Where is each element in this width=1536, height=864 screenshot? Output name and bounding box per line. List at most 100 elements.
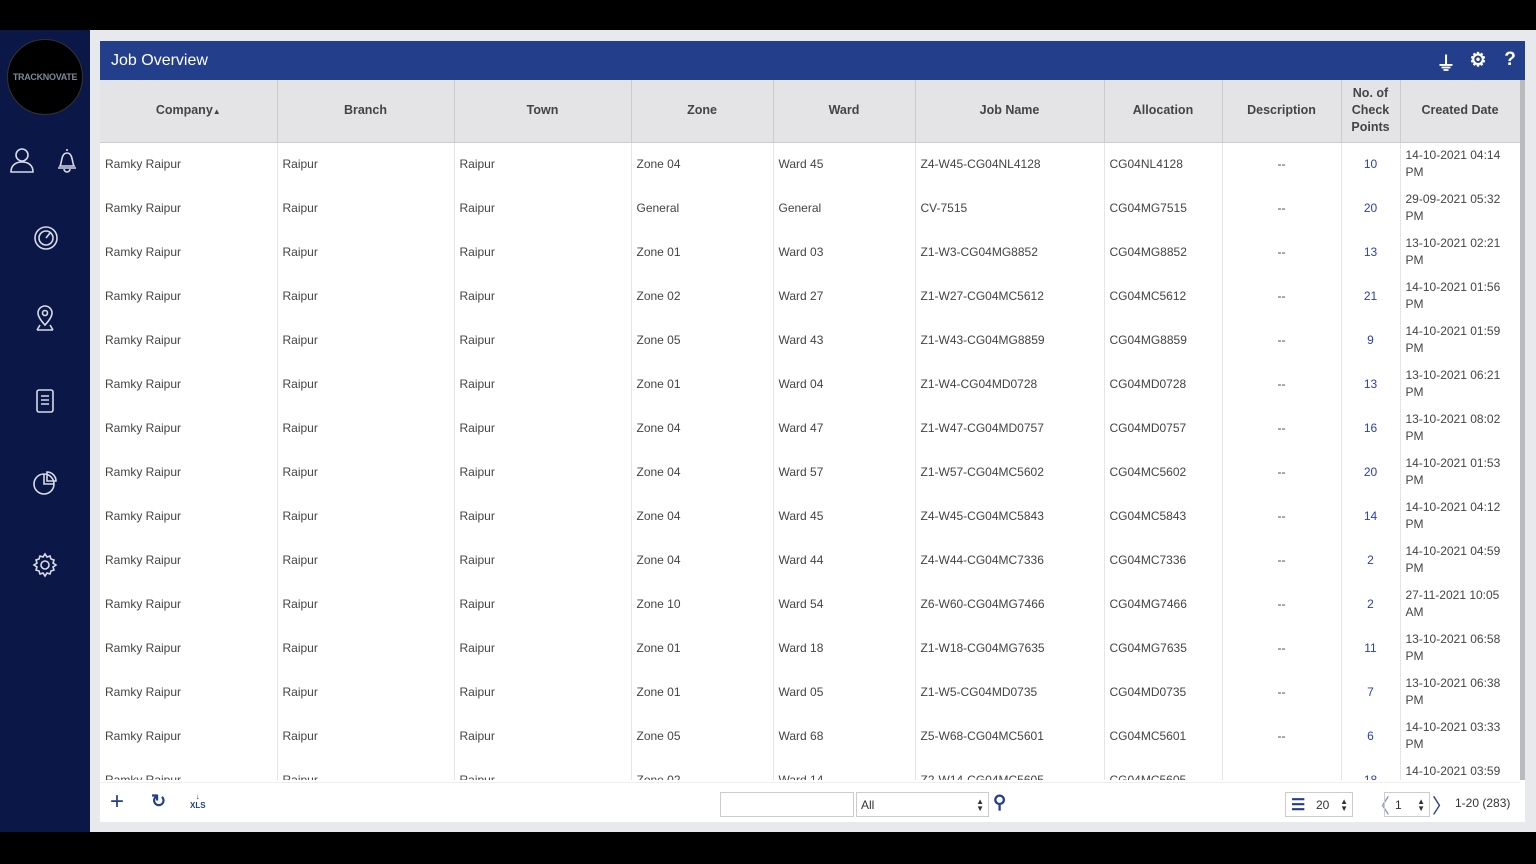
cell-description: -- <box>1222 758 1342 780</box>
settings-icon[interactable] <box>30 550 60 580</box>
cell-created-date: 14-10-2021 04:12 PM <box>1400 494 1521 538</box>
cell-no-of-check-points[interactable]: 16 <box>1341 406 1401 450</box>
column-header-company[interactable]: Company▲ <box>100 80 278 143</box>
cell-no-of-check-points[interactable]: 13 <box>1341 362 1401 406</box>
refresh-icon[interactable]: ↻ <box>151 791 166 812</box>
cell-branch: Raipur <box>277 142 455 186</box>
column-header-zone[interactable]: Zone <box>631 80 774 143</box>
cell-no-of-check-points[interactable]: 6 <box>1341 714 1401 758</box>
table-row[interactable]: Ramky Raipur Raipur Raipur Zone 04 Ward 57 Z1… <box>100 450 1521 494</box>
cell-no-of-check-points[interactable]: 9 <box>1341 318 1401 362</box>
table-row[interactable]: Ramky Raipur Raipur Raipur Zone 04 Ward 47 Z1… <box>100 406 1521 450</box>
table-row[interactable]: Ramky Raipur Raipur Raipur Zone 04 Ward 45 Z4… <box>100 142 1521 186</box>
cell-ward: General <box>773 186 916 230</box>
vertical-scrollbar[interactable] <box>1520 80 1525 780</box>
table-row[interactable]: Ramky Raipur Raipur Raipur Zone 02 Ward 27 Z1… <box>100 274 1521 318</box>
cell-description: -- <box>1222 538 1342 582</box>
cell-no-of-check-points[interactable]: 14 <box>1341 494 1401 538</box>
column-header-no-of-check-points[interactable]: No. of Check Points <box>1341 80 1401 143</box>
cell-allocation: CG04NL4128 <box>1104 142 1223 186</box>
cell-allocation: CG04MC5602 <box>1104 450 1223 494</box>
cell-description: -- <box>1222 626 1342 670</box>
column-header-job-name[interactable]: Job Name <box>915 80 1105 143</box>
table-row[interactable]: Ramky Raipur Raipur Raipur Zone 01 Ward 05 Z1… <box>100 670 1521 714</box>
cell-town: Raipur <box>454 582 632 626</box>
cell-no-of-check-points[interactable]: 2 <box>1341 582 1401 626</box>
cell-town: Raipur <box>454 538 632 582</box>
export-xls-icon[interactable]: ↓ XLS <box>190 792 206 810</box>
cell-description: -- <box>1222 582 1342 626</box>
column-header-ward[interactable]: Ward <box>773 80 916 143</box>
table-row[interactable]: Ramky Raipur Raipur Raipur Zone 05 Ward 43 Z1… <box>100 318 1521 362</box>
cell-town: Raipur <box>454 362 632 406</box>
xls-label: XLS <box>190 801 206 810</box>
column-header-town[interactable]: Town <box>454 80 632 143</box>
column-label: Description <box>1247 103 1316 118</box>
bell-icon[interactable] <box>52 145 82 175</box>
cell-zone: Zone 01 <box>631 670 774 714</box>
table-row[interactable]: Ramky Raipur Raipur Raipur General General CV… <box>100 186 1521 230</box>
cell-company: Ramky Raipur <box>100 230 278 274</box>
dashboard-icon[interactable] <box>31 222 61 252</box>
cell-town: Raipur <box>454 318 632 362</box>
cell-zone: Zone 01 <box>631 626 774 670</box>
sort-asc-icon[interactable]: ▲ <box>213 107 221 116</box>
cell-ward: Ward 45 <box>773 494 916 538</box>
table-row[interactable]: Ramky Raipur Raipur Raipur Zone 04 Ward 45 Z4… <box>100 494 1521 538</box>
table-row[interactable]: Ramky Raipur Raipur Raipur Zone 01 Ward 18 Z1… <box>100 626 1521 670</box>
help-icon[interactable]: ? <box>1499 49 1521 76</box>
location-icon[interactable] <box>30 304 60 334</box>
cell-job-name: Z4-W45-CG04MC5843 <box>915 494 1105 538</box>
cell-allocation: CG04MG8852 <box>1104 230 1223 274</box>
filter-select-value: All <box>861 797 875 812</box>
user-icon[interactable] <box>7 145 37 175</box>
cell-no-of-check-points[interactable]: 18 <box>1341 758 1401 780</box>
cell-job-name: Z1-W3-CG04MG8852 <box>915 230 1105 274</box>
cell-created-date: 14-10-2021 01:53 PM <box>1400 450 1521 494</box>
cell-no-of-check-points[interactable]: 7 <box>1341 670 1401 714</box>
table-row[interactable]: Ramky Raipur Raipur Raipur Zone 01 Ward 04 Z1… <box>100 362 1521 406</box>
cell-job-name: Z1-W18-CG04MG7635 <box>915 626 1105 670</box>
report-chart-icon[interactable] <box>30 468 60 498</box>
cell-no-of-check-points[interactable]: 20 <box>1341 186 1401 230</box>
column-header-branch[interactable]: Branch <box>277 80 455 143</box>
page-select[interactable]: 1 ▲ ▼ <box>1384 792 1430 817</box>
cell-company: Ramky Raipur <box>100 670 278 714</box>
cell-allocation: CG04MC5601 <box>1104 714 1223 758</box>
cell-allocation: CG04MD0735 <box>1104 670 1223 714</box>
next-page-icon[interactable]: 〉 <box>1432 790 1452 819</box>
cell-no-of-check-points[interactable]: 13 <box>1341 230 1401 274</box>
cell-no-of-check-points[interactable]: 10 <box>1341 142 1401 186</box>
table-row[interactable]: Ramky Raipur Raipur Raipur Zone 02 Ward 14 Z2… <box>100 758 1521 780</box>
cell-no-of-check-points[interactable]: 11 <box>1341 626 1401 670</box>
cell-zone: Zone 02 <box>631 274 774 318</box>
search-icon[interactable]: ⚲ <box>993 792 1006 813</box>
column-header-description[interactable]: Description <box>1222 80 1342 143</box>
table-row[interactable]: Ramky Raipur Raipur Raipur Zone 05 Ward 68 Z5… <box>100 714 1521 758</box>
filter-settings-icon[interactable]: ⏚ <box>1435 49 1457 76</box>
cell-no-of-check-points[interactable]: 2 <box>1341 538 1401 582</box>
table-footer: + ↻ ↓ XLS All ▲ ▼ ⚲ ☰ 20 ▲ ▼ 〈 1 ▲ ▼ 〉 1-20 (283… <box>100 782 1520 822</box>
column-header-created-date[interactable]: Created Date <box>1400 80 1521 143</box>
cell-created-date: 13-10-2021 06:21 PM <box>1400 362 1521 406</box>
gear-icon[interactable]: ⚙ <box>1467 49 1489 76</box>
cell-no-of-check-points[interactable]: 21 <box>1341 274 1401 318</box>
cell-town: Raipur <box>454 450 632 494</box>
cell-ward: Ward 57 <box>773 450 916 494</box>
document-icon[interactable] <box>30 386 60 416</box>
filter-input[interactable] <box>720 792 854 817</box>
add-icon[interactable]: + <box>110 788 124 816</box>
cell-created-date: 29-09-2021 05:32 PM <box>1400 186 1521 230</box>
table-row[interactable]: Ramky Raipur Raipur Raipur Zone 10 Ward 54 Z6… <box>100 582 1521 626</box>
column-header-allocation[interactable]: Allocation <box>1104 80 1223 143</box>
cell-town: Raipur <box>454 406 632 450</box>
table-row[interactable]: Ramky Raipur Raipur Raipur Zone 01 Ward 03 Z1… <box>100 230 1521 274</box>
cell-no-of-check-points[interactable]: 20 <box>1341 450 1401 494</box>
cell-branch: Raipur <box>277 450 455 494</box>
table-row[interactable]: Ramky Raipur Raipur Raipur Zone 04 Ward 44 Z4… <box>100 538 1521 582</box>
cell-ward: Ward 68 <box>773 714 916 758</box>
filter-select[interactable]: All ▲ ▼ <box>856 792 989 817</box>
page-size-select[interactable]: ☰ 20 ▲ ▼ <box>1285 792 1353 817</box>
cell-zone: Zone 04 <box>631 494 774 538</box>
column-label: Job Name <box>979 103 1040 118</box>
